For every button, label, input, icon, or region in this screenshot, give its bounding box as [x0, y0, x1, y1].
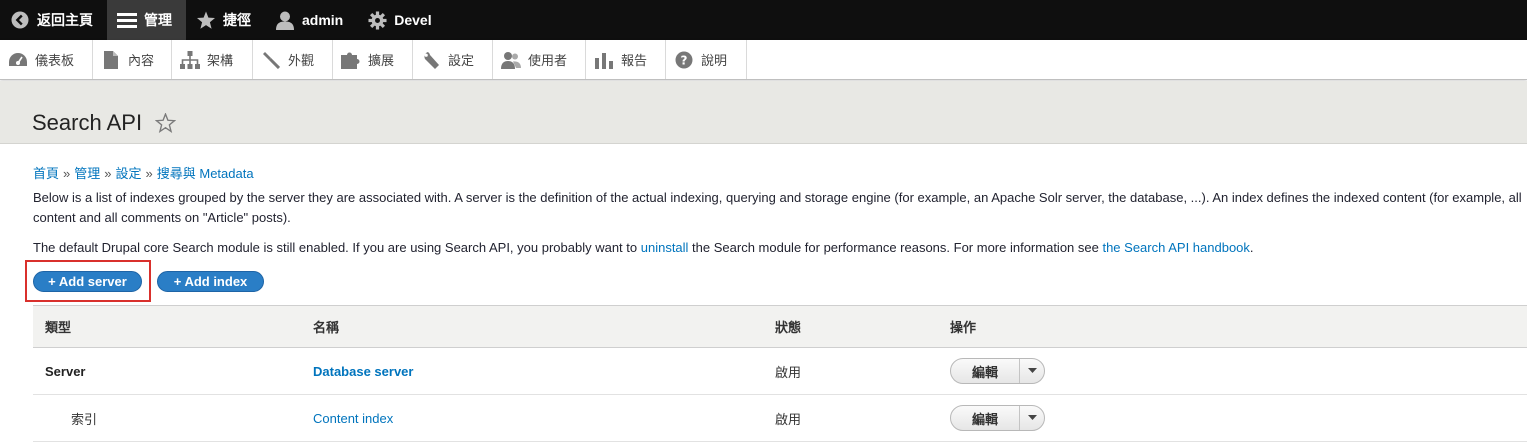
toolbar-user[interactable]: admin — [265, 0, 357, 40]
table-row-index: 索引 Content index 啟用 編輯 — [33, 395, 1527, 442]
breadcrumb-admin[interactable]: 管理 — [74, 166, 100, 181]
tray-item-people[interactable]: 使用者 — [493, 40, 586, 79]
page-title: Search API — [32, 110, 143, 135]
tray-item-structure[interactable]: 架構 — [172, 40, 253, 79]
puzzle-icon — [341, 50, 361, 70]
toolbar-back-label: 返回主頁 — [37, 12, 93, 28]
admin-tray: 儀表板 內容 架構 外觀 擴展 設定 使用者 報告 ? 說明 — [0, 40, 1527, 80]
breadcrumb-separator: » — [104, 166, 112, 181]
star-icon — [196, 10, 216, 30]
notice-text: The default Drupal core Search module is… — [33, 240, 641, 255]
search-api-handbook-link[interactable]: the Search API handbook — [1102, 240, 1249, 255]
uninstall-link[interactable]: uninstall — [641, 240, 689, 255]
row-operations: 編輯 — [950, 395, 1045, 441]
tray-item-label: 內容 — [128, 53, 155, 68]
tray-item-label: 架構 — [207, 53, 234, 68]
column-header-type: 類型 — [45, 320, 72, 335]
wrench-icon — [421, 50, 441, 70]
server-name-link[interactable]: Database server — [313, 348, 413, 394]
tray-item-help[interactable]: ? 說明 — [666, 40, 747, 79]
table-row-server: Server Database server 啟用 編輯 — [33, 348, 1527, 395]
svg-text:?: ? — [681, 53, 688, 67]
document-icon — [101, 50, 121, 70]
hamburger-icon — [117, 10, 137, 30]
tray-item-content[interactable]: 內容 — [93, 40, 172, 79]
tray-item-label: 使用者 — [528, 53, 568, 68]
row-type: Server — [45, 363, 86, 379]
operations-dropbutton: 編輯 — [950, 358, 1045, 384]
caret-down-icon — [1027, 415, 1037, 420]
dropbutton-toggle[interactable] — [1020, 406, 1044, 430]
back-arrow-icon — [10, 10, 30, 30]
toolbar-devel-label: Devel — [394, 12, 432, 28]
edit-button[interactable]: 編輯 — [951, 406, 1020, 430]
tray-item-appearance[interactable]: 外觀 — [253, 40, 333, 79]
admin-toolbar: 返回主頁 管理 捷徑 admin Devel — [0, 0, 1527, 40]
edit-button[interactable]: 編輯 — [951, 359, 1020, 383]
breadcrumb-config[interactable]: 設定 — [116, 166, 142, 181]
tray-item-reports[interactable]: 報告 — [586, 40, 666, 79]
dropbutton-toggle[interactable] — [1020, 359, 1044, 383]
breadcrumb-home[interactable]: 首頁 — [33, 166, 59, 181]
people-icon — [501, 50, 521, 70]
breadcrumb-search-metadata[interactable]: 搜尋與 Metadata — [157, 166, 254, 181]
row-operations: 編輯 — [950, 348, 1045, 394]
structure-icon — [180, 50, 200, 70]
column-header-name: 名稱 — [313, 320, 340, 335]
column-header-operations: 操作 — [950, 320, 977, 335]
tray-item-label: 報告 — [621, 53, 648, 68]
tray-item-label: 擴展 — [368, 53, 395, 68]
breadcrumb-separator: » — [145, 166, 153, 181]
server-index-table: 類型 名稱 狀態 操作 Server Database server 啟用 編輯… — [33, 305, 1527, 442]
notice-text: . — [1249, 240, 1254, 255]
gear-icon — [367, 10, 387, 30]
toolbar-shortcuts[interactable]: 捷徑 — [186, 0, 265, 40]
caret-down-icon — [1027, 368, 1037, 373]
breadcrumb-separator: » — [63, 166, 71, 181]
page-header: Search API — [0, 81, 1527, 144]
user-icon — [275, 10, 295, 30]
search-module-notice: The default Drupal core Search module is… — [33, 238, 1527, 258]
toolbar-user-label: admin — [302, 12, 344, 28]
row-status: 啟用 — [775, 411, 802, 427]
page-description: Below is a list of indexes grouped by th… — [33, 190, 1522, 225]
notice-text: the Search module for performance reason… — [688, 240, 1103, 255]
index-name-link[interactable]: Content index — [313, 395, 393, 441]
tray-item-label: 設定 — [448, 53, 475, 68]
toolbar-back-to-site[interactable]: 返回主頁 — [0, 0, 107, 40]
add-index-button[interactable]: + Add index — [157, 271, 264, 292]
breadcrumb: 首頁» 管理» 設定» 搜尋與 Metadata — [33, 163, 254, 182]
row-status: 啟用 — [775, 364, 802, 380]
tray-item-label: 儀表板 — [35, 53, 75, 68]
tray-item-config[interactable]: 設定 — [413, 40, 493, 79]
add-server-button[interactable]: + Add server — [33, 271, 142, 292]
tray-item-extend[interactable]: 擴展 — [333, 40, 413, 79]
toolbar-devel[interactable]: Devel — [357, 0, 445, 40]
help-icon: ? — [674, 50, 694, 70]
toolbar-manage[interactable]: 管理 — [107, 0, 186, 40]
operations-dropbutton: 編輯 — [950, 405, 1045, 431]
tray-item-dashboard[interactable]: 儀表板 — [0, 40, 93, 79]
add-shortcut-star-icon[interactable] — [154, 112, 177, 138]
bar-chart-icon — [594, 50, 614, 70]
tray-item-label: 外觀 — [288, 53, 315, 68]
column-header-status: 狀態 — [775, 320, 802, 335]
paintbrush-icon — [261, 50, 281, 70]
toolbar-shortcuts-label: 捷徑 — [223, 12, 251, 28]
table-header: 類型 名稱 狀態 操作 — [33, 306, 1527, 348]
tray-item-label: 說明 — [701, 53, 728, 68]
toolbar-manage-label: 管理 — [144, 12, 172, 28]
dashboard-icon — [8, 50, 28, 70]
row-type: 索引 — [71, 411, 98, 427]
